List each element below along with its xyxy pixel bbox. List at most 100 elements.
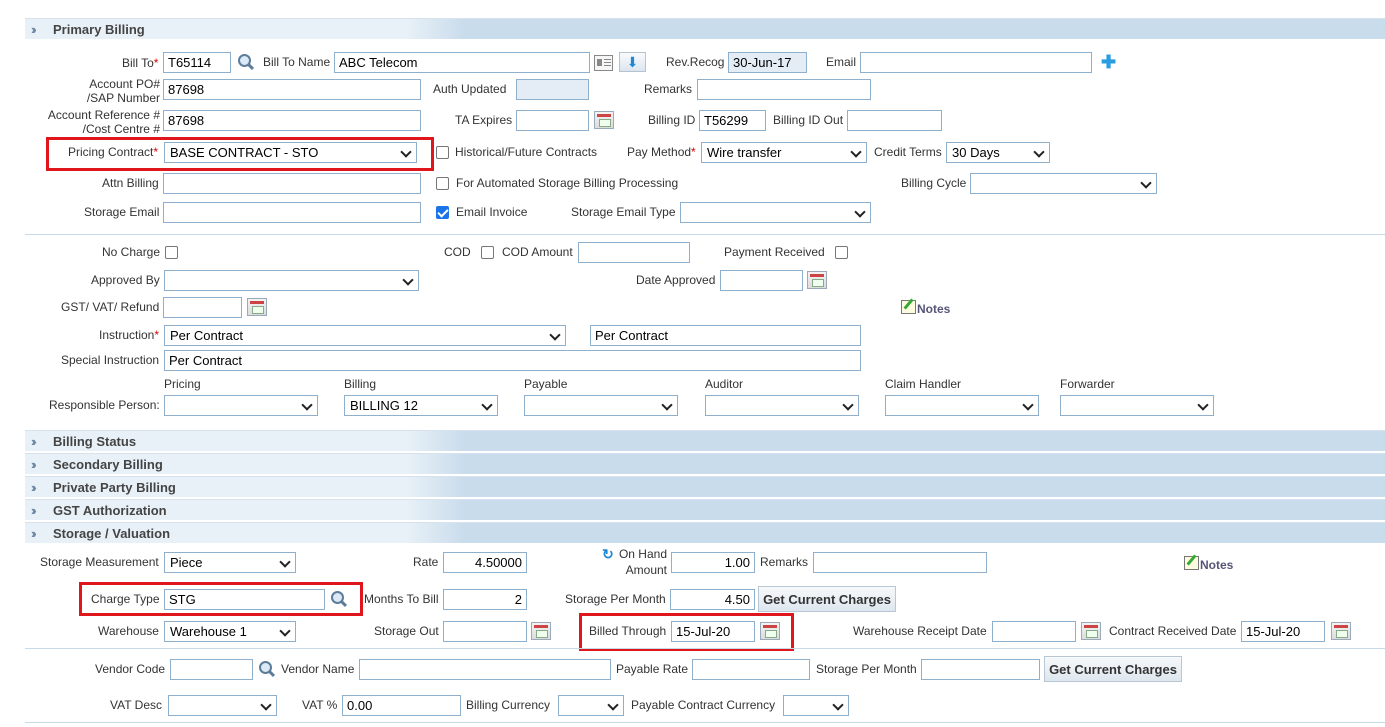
rev-recog-label: Rev.Recog (666, 55, 725, 69)
rev-recog-input[interactable]: 30-Jun-17 (728, 52, 807, 73)
rate-input[interactable]: 4.50000 (443, 552, 527, 573)
search-icon[interactable] (237, 53, 255, 71)
rate-label: Rate (413, 555, 439, 569)
storage-out-label: Storage Out (374, 624, 439, 638)
instruction-select[interactable]: Per Contract (164, 325, 566, 346)
email-invoice-label: Email Invoice (456, 205, 528, 219)
attn-billing-input[interactable] (163, 173, 421, 194)
resp-billing-select[interactable]: BILLING 12 (344, 395, 498, 416)
bill-to-input[interactable]: T65114 (163, 52, 231, 73)
pay-method-select[interactable]: Wire transfer (701, 142, 867, 163)
calendar-icon[interactable] (1081, 622, 1101, 640)
resp-auditor-select[interactable] (705, 395, 859, 416)
gst-vat-refund-label: GST/ VAT/ Refund (61, 300, 160, 314)
automated-storage-checkbox[interactable] (436, 177, 449, 190)
account-ref-label: Account Reference #/Cost Centre # (47, 108, 160, 136)
vendor-code-input[interactable] (170, 659, 253, 680)
storage-per-month-input[interactable]: 4.50 (670, 589, 755, 610)
section-primary-billing[interactable]: ›› Primary Billing (25, 18, 1385, 39)
ta-expires-input[interactable] (516, 110, 589, 131)
account-ref-input[interactable]: 87698 (163, 110, 421, 131)
warehouse-receipt-date-input[interactable] (992, 621, 1076, 642)
section-storage-valuation[interactable]: ›› Storage / Valuation (25, 522, 1385, 543)
date-approved-input[interactable] (720, 270, 803, 291)
vat-desc-label: VAT Desc (110, 698, 163, 712)
vendor-get-current-charges-button[interactable]: Get Current Charges (1044, 656, 1182, 682)
section-private-party-billing[interactable]: ›› Private Party Billing (25, 476, 1385, 497)
section-gst-authorization[interactable]: ›› GST Authorization (25, 499, 1385, 520)
storage-measurement-select[interactable]: Piece (164, 552, 296, 573)
email-input[interactable] (860, 52, 1092, 73)
vat-desc-select[interactable] (168, 695, 277, 716)
months-to-bill-label: Months To Bill (364, 592, 439, 606)
calendar-icon[interactable] (247, 298, 267, 316)
payable-rate-input[interactable] (692, 659, 810, 680)
billing-cycle-label: Billing Cycle (901, 176, 967, 190)
payable-contract-currency-select[interactable] (783, 695, 849, 716)
billing-cycle-select[interactable] (970, 173, 1157, 194)
storage-measurement-label: Storage Measurement (40, 555, 159, 569)
storage-per-month-label: Storage Per Month (565, 592, 666, 606)
warehouse-select[interactable]: Warehouse 1 (164, 621, 296, 642)
vat-pct-input[interactable]: 0.00 (342, 695, 461, 716)
on-hand-amount-input[interactable]: 1.00 (671, 552, 755, 573)
expand-icon: ›› (31, 526, 36, 541)
storage-notes-link[interactable]: Notes (1184, 556, 1233, 572)
remarks-input[interactable] (697, 79, 871, 100)
special-instruction-label: Special Instruction (61, 353, 160, 367)
vendor-storage-per-month-input[interactable] (921, 659, 1040, 680)
calendar-icon[interactable] (531, 622, 551, 640)
calendar-icon[interactable] (594, 111, 614, 129)
email-invoice-checkbox[interactable] (436, 206, 449, 219)
resp-payable-select[interactable] (524, 395, 678, 416)
credit-terms-select[interactable]: 30 Days (946, 142, 1050, 163)
cod-checkbox[interactable] (481, 246, 494, 259)
divider (25, 234, 1385, 235)
storage-email-type-select[interactable] (680, 202, 871, 223)
instruction-text-input[interactable]: Per Contract (590, 325, 861, 346)
get-current-charges-button[interactable]: Get Current Charges (758, 586, 896, 612)
add-icon[interactable]: ✚ (1101, 53, 1116, 71)
storage-remarks-input[interactable] (813, 552, 987, 573)
auth-updated-input[interactable] (516, 79, 589, 100)
vat-pct-label: VAT % (302, 698, 338, 712)
billing-id-out-input[interactable] (847, 110, 942, 131)
notes-link[interactable]: Notes (901, 300, 950, 316)
download-button[interactable]: ⬇ (619, 52, 646, 72)
search-icon[interactable] (258, 660, 276, 678)
resp-claim-handler-select[interactable] (885, 395, 1039, 416)
section-title: Private Party Billing (53, 480, 176, 495)
calendar-icon[interactable] (807, 271, 827, 289)
expand-icon: ›› (31, 457, 36, 472)
resp-forwarder-select[interactable] (1060, 395, 1214, 416)
billing-currency-select[interactable] (558, 695, 624, 716)
section-secondary-billing[interactable]: ›› Secondary Billing (25, 453, 1385, 474)
special-instruction-input[interactable]: Per Contract (164, 350, 861, 371)
approved-by-select[interactable] (164, 270, 419, 291)
billing-id-input[interactable]: T56299 (699, 110, 766, 131)
billing-currency-label: Billing Currency (466, 698, 551, 712)
historical-checkbox[interactable] (436, 146, 449, 159)
payment-received-checkbox[interactable] (835, 246, 848, 259)
historical-label: Historical/Future Contracts (455, 145, 598, 159)
account-po-input[interactable]: 87698 (163, 79, 421, 100)
vendor-name-input[interactable] (359, 659, 611, 680)
account-po-label: Account PO#/SAP Number (86, 77, 160, 105)
months-to-bill-input[interactable]: 2 (443, 589, 527, 610)
cod-amount-input[interactable] (578, 242, 690, 263)
bill-to-name-input[interactable]: ABC Telecom (334, 52, 590, 73)
contract-received-date-input[interactable]: 15-Jul-20 (1241, 621, 1325, 642)
storage-email-input[interactable] (163, 202, 421, 223)
section-billing-status[interactable]: ›› Billing Status (25, 430, 1385, 451)
storage-out-input[interactable] (443, 621, 527, 642)
notes-icon (1184, 556, 1199, 570)
calendar-icon[interactable] (1331, 622, 1351, 640)
no-charge-checkbox[interactable] (165, 246, 178, 259)
section-title: Secondary Billing (53, 457, 163, 472)
attn-billing-label: Attn Billing (102, 176, 159, 190)
address-card-icon[interactable] (594, 55, 613, 71)
section-title: Storage / Valuation (53, 526, 171, 541)
gst-vat-refund-input[interactable] (163, 297, 242, 318)
payable-contract-currency-label: Payable Contract Currency (631, 698, 776, 712)
resp-pricing-select[interactable] (164, 395, 318, 416)
